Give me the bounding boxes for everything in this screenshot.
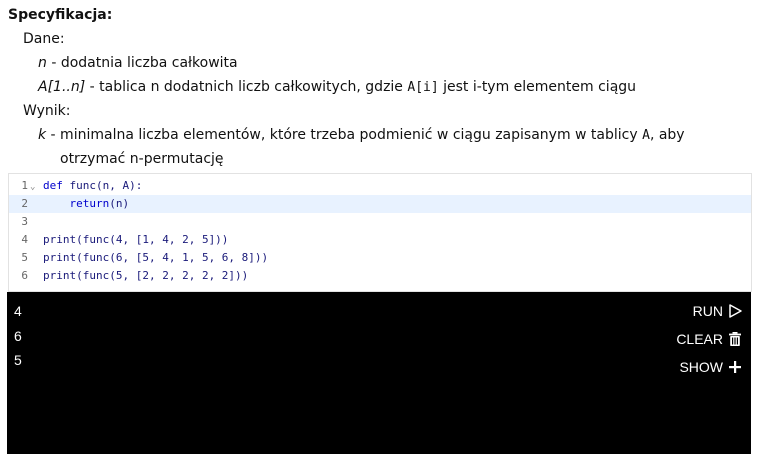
- code-keyword: def: [43, 179, 63, 192]
- code-text: print(func(5, [2, 2, 2, 2, 2])): [43, 269, 249, 282]
- output-line: 4: [14, 303, 22, 319]
- code-keyword: return: [43, 197, 110, 210]
- code-editor[interactable]: 1 ⌄ def func(n, A): 2 return(n) 3 4 prin…: [8, 173, 752, 292]
- var-k-desc-after: , aby: [649, 127, 685, 143]
- var-n-desc: - dodatnia liczba całkowita: [46, 55, 238, 71]
- var-k: k: [38, 127, 47, 143]
- code-text: print(func(6, [5, 4, 1, 5, 6, 8])): [43, 251, 269, 264]
- code-line[interactable]: 1 ⌄ def func(n, A):: [9, 177, 751, 195]
- code-line[interactable]: 3: [9, 213, 751, 231]
- var-k-code: A: [642, 128, 650, 143]
- line-number: 1: [21, 179, 28, 192]
- wynik-label: Wynik:: [23, 103, 71, 119]
- var-k-desc-before: - minimalna liczba elementów, które trze…: [46, 127, 643, 143]
- play-outline-icon: [729, 304, 742, 318]
- code-rest: func(n, A):: [69, 179, 143, 192]
- output-console: 4 6 5 RUN CLEAR SHOW: [7, 292, 751, 454]
- code-rest: (n): [109, 197, 130, 210]
- run-label: RUN: [692, 303, 723, 319]
- code-text: return(n): [43, 195, 129, 213]
- clear-label: CLEAR: [676, 331, 723, 347]
- var-a-desc-before: - tablica n dodatnich liczb całkowitych,…: [85, 79, 408, 95]
- var-a: A[1..n]: [38, 79, 86, 95]
- output-line: 5: [14, 352, 22, 368]
- spec-k-line: k - minimalna liczba elementów, które tr…: [38, 124, 685, 147]
- code-line[interactable]: 4 print(func(4, [1, 4, 2, 5])): [9, 231, 751, 249]
- line-number: 4: [21, 233, 28, 246]
- fold-chevron-icon[interactable]: ⌄: [30, 178, 35, 196]
- spec-k-line-2: otrzymać n-permutację: [60, 151, 224, 167]
- code-text: print(func(4, [1, 4, 2, 5])): [43, 233, 229, 246]
- output-line: 6: [14, 328, 22, 344]
- plus-icon: [729, 361, 741, 373]
- var-n: n: [38, 55, 47, 71]
- clear-button[interactable]: CLEAR: [676, 331, 743, 347]
- line-number: 2: [21, 197, 28, 210]
- spec-title: Specyfikacja:: [8, 7, 113, 23]
- var-a-desc-after: jest i-tym elementem ciągu: [438, 79, 637, 95]
- run-button[interactable]: RUN: [693, 303, 743, 319]
- spec-a-line: A[1..n] - tablica n dodatnich liczb całk…: [38, 76, 636, 99]
- line-number: 6: [21, 269, 28, 282]
- show-label: SHOW: [679, 359, 723, 375]
- line-number: 5: [21, 251, 28, 264]
- var-a-code: A[i]: [407, 80, 439, 95]
- spec-n-line: n - dodatnia liczba całkowita: [38, 52, 238, 74]
- line-number: 3: [21, 215, 28, 228]
- show-button[interactable]: SHOW: [679, 359, 743, 375]
- code-text: def func(n, A):: [43, 177, 142, 195]
- code-line[interactable]: 5 print(func(6, [5, 4, 1, 5, 6, 8])): [9, 249, 751, 267]
- code-line-active[interactable]: 2 return(n): [9, 195, 751, 213]
- dane-label: Dane:: [23, 31, 65, 47]
- trash-icon: [729, 332, 741, 346]
- code-line[interactable]: 6 print(func(5, [2, 2, 2, 2, 2])): [9, 267, 751, 285]
